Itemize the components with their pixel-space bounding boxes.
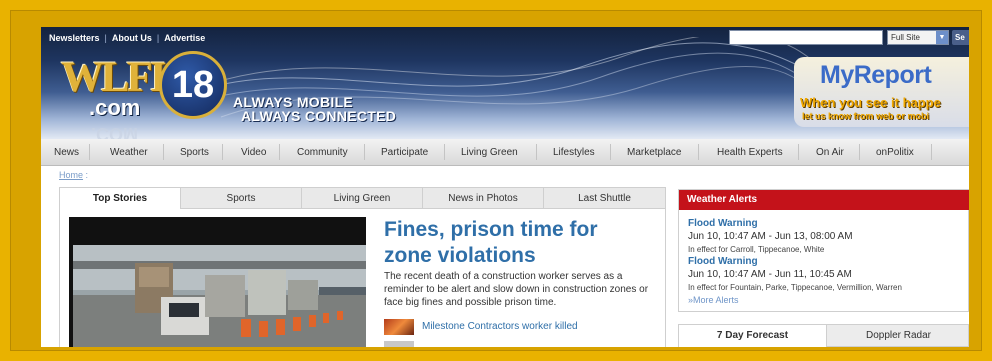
nav-item-sports[interactable]: Sports: [180, 147, 209, 158]
forecast-tabs: 7 Day Forecast Doppler Radar: [678, 324, 969, 347]
nav-item-health-experts[interactable]: Health Experts: [717, 147, 783, 158]
nav-item-community[interactable]: Community: [297, 147, 348, 158]
breadcrumb-separator: :: [85, 170, 89, 180]
nav-item-on-air[interactable]: On Air: [816, 147, 844, 158]
related-thumbnail-2: [384, 341, 414, 347]
alert-area: In effect for Fountain, Parke, Tippecano…: [688, 283, 902, 292]
myreport-tagline: When you see it happe: [800, 95, 941, 110]
tab-last-shuttle[interactable]: Last Shuttle: [544, 188, 665, 209]
more-alerts-link[interactable]: »More Alerts: [688, 295, 739, 305]
search-input[interactable]: [729, 30, 883, 45]
page: Newsletters | About Us | Advertise Full Site…: [41, 27, 969, 347]
story-photo[interactable]: [69, 217, 366, 347]
myreport-subtext: let us know from web or mobi: [802, 111, 930, 121]
breadcrumb-home[interactable]: Home: [59, 170, 83, 180]
story-headline[interactable]: Fines, prison time for zone violations: [384, 217, 644, 269]
alert-time: Jun 10, 10:47 AM - Jun 11, 10:45 AM: [688, 269, 852, 280]
related-story-link[interactable]: Milestone Contractors worker killed: [422, 321, 578, 332]
nav-item-video[interactable]: Video: [241, 147, 266, 158]
nav-item-lifestyles[interactable]: Lifestyles: [553, 147, 595, 158]
alert-time: Jun 10, 10:47 AM - Jun 13, 08:00 AM: [688, 231, 853, 242]
search-button[interactable]: Se: [952, 30, 969, 45]
tagline: ALWAYS MOBILE ALWAYS CONNECTED: [233, 95, 396, 123]
related-story[interactable]: Milestone Contractors worker killed: [384, 319, 652, 335]
nav-item-living-green[interactable]: Living Green: [461, 147, 518, 158]
myreport-title: MyReport: [820, 61, 932, 89]
nav-item-participate[interactable]: Participate: [381, 147, 428, 158]
tab-top-stories[interactable]: Top Stories: [60, 188, 181, 210]
related-thumbnail: [384, 319, 414, 335]
wlfi-logo[interactable]: WLFI 18 .com .COM: [61, 49, 236, 139]
weather-alerts-box: Weather Alerts Flood Warning Jun 10, 10:…: [678, 189, 969, 312]
search-scope-select[interactable]: Full Site ▼: [887, 30, 949, 45]
story-summary: The recent death of a construction worke…: [384, 271, 649, 308]
about-us-link[interactable]: About Us: [112, 33, 152, 43]
newsletters-link[interactable]: Newsletters: [49, 33, 100, 43]
site-header: Newsletters | About Us | Advertise Full Site…: [41, 27, 969, 139]
breadcrumb: Home :: [59, 170, 88, 180]
story-tabs: Top Stories Sports Living Green News in …: [59, 187, 666, 210]
main-nav: News Weather Sports Video Community Part…: [41, 139, 969, 166]
search-scope-value: Full Site: [891, 33, 920, 42]
alert-title[interactable]: Flood Warning: [688, 218, 758, 229]
myreport-banner[interactable]: MyReport When you see it happe let us kn…: [794, 57, 969, 127]
tab-7-day-forecast[interactable]: 7 Day Forecast: [679, 325, 827, 347]
advertise-link[interactable]: Advertise: [164, 33, 205, 43]
tab-sports[interactable]: Sports: [181, 188, 302, 209]
nav-item-marketplace[interactable]: Marketplace: [627, 147, 681, 158]
tab-living-green[interactable]: Living Green: [302, 188, 423, 209]
alert-title[interactable]: Flood Warning: [688, 256, 758, 267]
nav-item-news[interactable]: News: [54, 147, 79, 158]
tagline-line2: ALWAYS CONNECTED: [241, 108, 397, 124]
utility-links: Newsletters | About Us | Advertise: [49, 33, 206, 43]
tab-news-in-photos[interactable]: News in Photos: [423, 188, 544, 209]
nav-item-weather[interactable]: Weather: [110, 147, 148, 158]
nav-item-onpolitix[interactable]: onPolitix: [876, 147, 914, 158]
tab-doppler-radar[interactable]: Doppler Radar: [827, 325, 969, 347]
logo-channel-badge: 18: [159, 51, 227, 119]
chevron-down-icon: ▼: [936, 31, 948, 44]
alert-area: In effect for Carroll, Tippecanoe, White: [688, 245, 825, 254]
logo-reflection: .COM: [91, 124, 138, 139]
weather-alerts-title: Weather Alerts: [679, 190, 969, 210]
logo-domain: .com: [89, 95, 141, 120]
construction-zone-image: [73, 245, 366, 347]
